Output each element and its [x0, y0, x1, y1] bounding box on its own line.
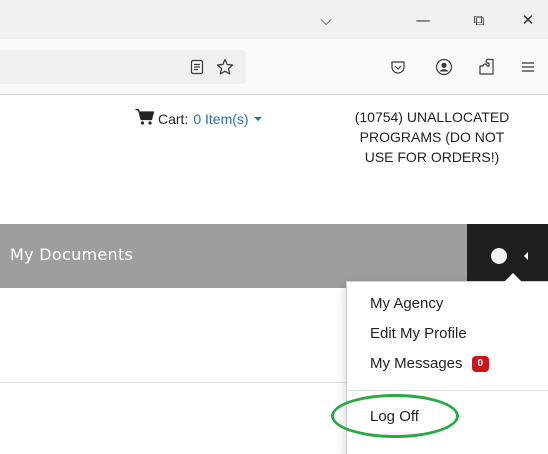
- cart-items-link[interactable]: 0 Item(s): [193, 111, 248, 127]
- user-avatar-icon: [491, 248, 507, 264]
- restore-icon[interactable]: ⧉: [467, 8, 491, 32]
- nav-bar: My Documents: [0, 224, 467, 288]
- agency-name-line: (10754) UNALLOCATED: [354, 109, 510, 125]
- menu-item-label: My Messages: [370, 355, 463, 372]
- reader-mode-icon[interactable]: [185, 55, 209, 79]
- nav-item-my-documents[interactable]: My Documents: [10, 245, 133, 264]
- menu-item-my-messages[interactable]: My Messages 0: [370, 355, 490, 372]
- caret-left-icon: [524, 252, 528, 260]
- cart-dropdown-caret-icon[interactable]: [253, 116, 262, 121]
- address-bar[interactable]: [0, 50, 246, 84]
- menu-item-my-agency[interactable]: My Agency: [370, 295, 443, 312]
- extensions-icon[interactable]: [474, 55, 498, 79]
- messages-count-badge: 0: [471, 355, 490, 372]
- browser-titlebar: ⌵ — ⧉ ✕: [0, 0, 548, 39]
- menu-item-label: My Agency: [370, 295, 444, 312]
- cart-label: Cart:: [158, 110, 189, 127]
- close-icon[interactable]: ✕: [516, 8, 540, 32]
- agency-name: (10754) UNALLOCATED PROGRAMS (DO NOT USE…: [332, 107, 532, 167]
- tabs-list-chevron-icon[interactable]: ⌵: [314, 8, 338, 32]
- menu-divider: [347, 390, 548, 391]
- agency-name-line: USE FOR ORDERS!): [364, 149, 500, 165]
- bookmark-star-icon[interactable]: [213, 55, 237, 79]
- menu-icon[interactable]: [516, 55, 540, 79]
- minimize-icon[interactable]: —: [411, 8, 435, 32]
- agency-name-line: PROGRAMS (DO NOT: [359, 129, 505, 145]
- content-divider: [0, 382, 346, 383]
- account-icon[interactable]: [432, 55, 456, 79]
- menu-item-edit-my-profile[interactable]: Edit My Profile: [370, 325, 467, 342]
- cart[interactable]: Cart: 0 Item(s): [135, 108, 262, 129]
- menu-item-label: Edit My Profile: [370, 325, 467, 342]
- cart-icon: [135, 108, 155, 129]
- browser-toolbar: [0, 39, 548, 95]
- menu-pointer-arrow: [504, 273, 522, 282]
- log-off-highlight-ellipse: [331, 394, 459, 438]
- pocket-icon[interactable]: [386, 55, 410, 79]
